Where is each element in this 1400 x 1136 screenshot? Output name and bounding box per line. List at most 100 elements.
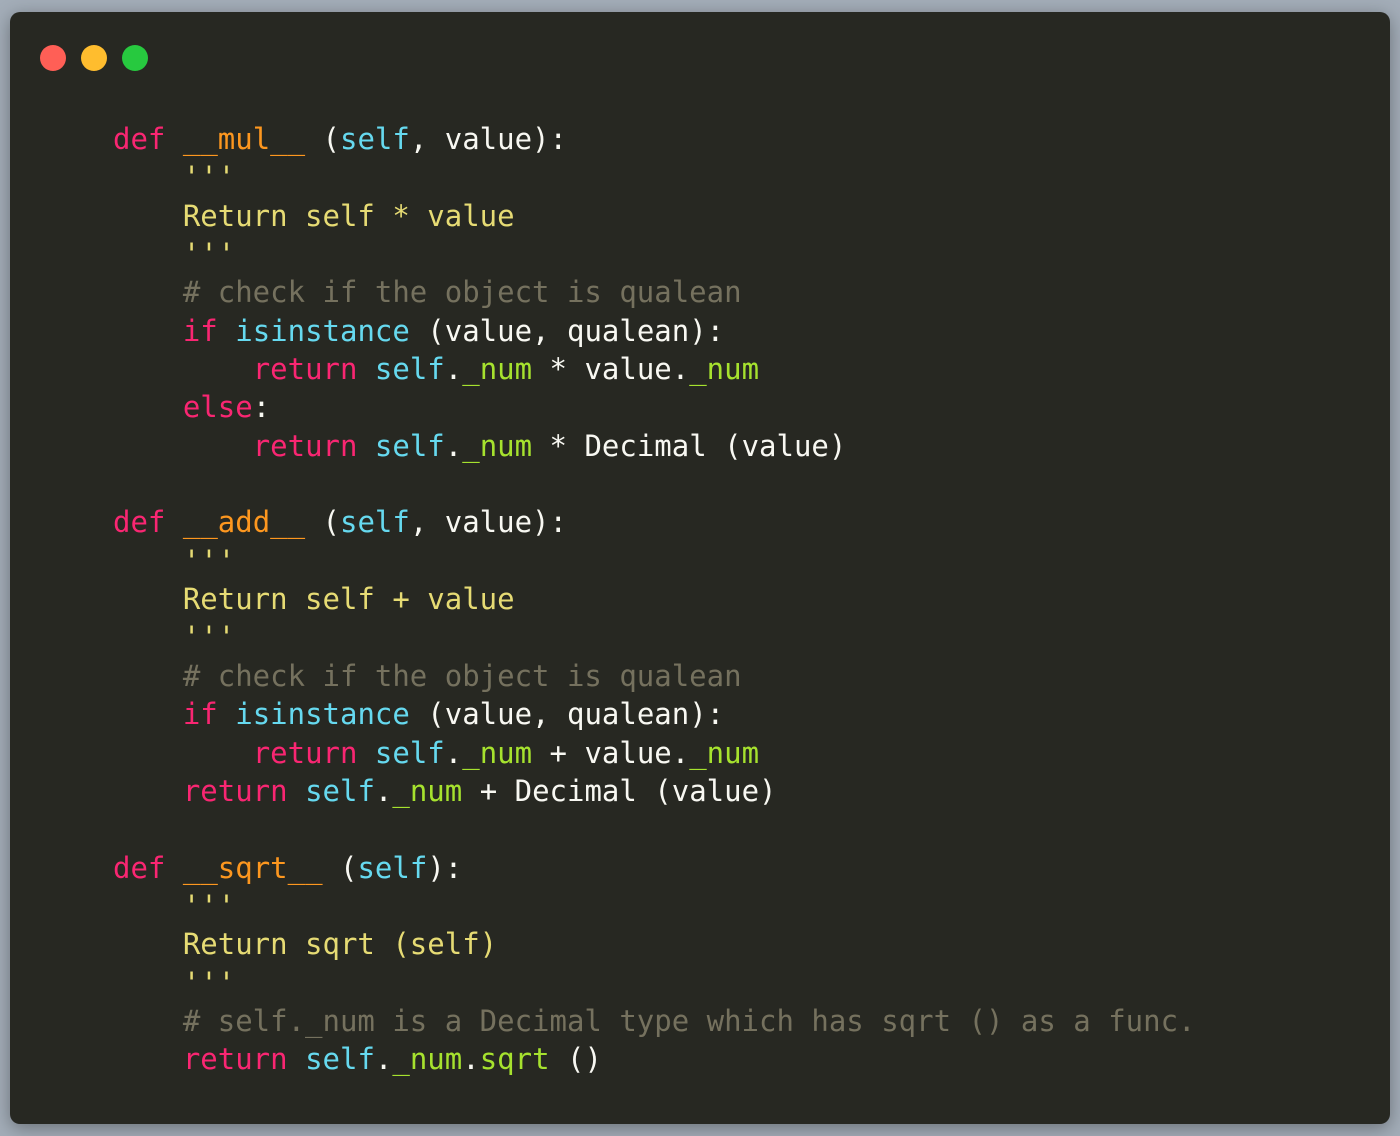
code-line: return self._num.sqrt ()	[113, 1040, 1196, 1078]
code-token-string: '''	[113, 888, 236, 923]
code-block: def __mul__ (self, value): ''' Return se…	[113, 120, 1196, 1079]
code-line: '''	[113, 158, 1196, 196]
code-line: '''	[113, 542, 1196, 580]
code-token-builtin: self	[374, 428, 445, 463]
code-token-attribute: _num	[392, 1042, 463, 1077]
code-token-plain: .	[444, 428, 463, 463]
code-token-builtin: self	[374, 735, 445, 770]
code-token-plain: .	[444, 735, 463, 770]
code-token-keyword: def	[113, 850, 166, 885]
code-token-string: '''	[113, 965, 236, 1000]
code-token-attribute: sqrt	[479, 1042, 550, 1077]
code-token-keyword: else	[182, 390, 253, 425]
code-token-function-name: __add__	[182, 505, 306, 540]
code-token-plain: (	[305, 505, 340, 540]
code-line: def __mul__ (self, value):	[113, 120, 1196, 158]
code-token-keyword: return	[182, 773, 288, 808]
code-line: return self._num + Decimal (value)	[113, 772, 1196, 810]
code-line: # check if the object is qualean	[113, 657, 1196, 695]
code-token-plain: .	[374, 1042, 393, 1077]
code-token-string: Return self * value	[113, 198, 515, 233]
code-line: if isinstance (value, qualean):	[113, 312, 1196, 350]
code-token-builtin: isinstance	[235, 313, 410, 348]
code-token-keyword: if	[182, 697, 218, 732]
code-token-attribute: _num	[462, 735, 533, 770]
code-token-plain: + value.	[532, 735, 690, 770]
minimize-button[interactable]	[81, 45, 107, 71]
code-token-builtin: self	[374, 352, 445, 387]
code-token-keyword: return	[252, 428, 358, 463]
code-line: Return sqrt (self)	[113, 925, 1196, 963]
code-token-plain: + Decimal (value)	[462, 773, 777, 808]
code-line: def __add__ (self, value):	[113, 503, 1196, 541]
code-token-plain: ):	[427, 850, 463, 885]
code-token-builtin: self	[340, 505, 410, 540]
code-token-keyword: return	[252, 735, 358, 770]
code-token-builtin: self	[357, 850, 428, 885]
code-line: '''	[113, 235, 1196, 273]
close-button[interactable]	[40, 45, 66, 71]
code-token-builtin: self	[305, 1042, 375, 1077]
code-line: return self._num * value._num	[113, 350, 1196, 388]
code-token-comment: # check if the object is qualean	[113, 275, 742, 310]
code-token-string: '''	[113, 620, 236, 655]
code-token-plain: .	[462, 1042, 480, 1077]
code-token-attribute: _num	[462, 352, 533, 387]
code-token-plain: (value, qualean):	[409, 313, 725, 348]
code-token-plain: (	[305, 122, 340, 156]
code-line: # self._num is a Decimal type which has …	[113, 1002, 1196, 1040]
code-token-plain: ()	[549, 1042, 602, 1077]
zoom-button[interactable]	[122, 45, 148, 71]
code-token-attribute: _num	[462, 428, 533, 463]
code-token-plain: (	[322, 850, 358, 885]
code-token-keyword: return	[182, 1042, 288, 1077]
code-token-string: '''	[113, 543, 236, 578]
code-line: # check if the object is qualean	[113, 273, 1196, 311]
code-token-string: '''	[113, 160, 236, 195]
window-titlebar	[10, 12, 1390, 102]
code-line: else:	[113, 388, 1196, 426]
code-line: '''	[113, 887, 1196, 925]
code-token-plain: .	[374, 773, 393, 808]
code-token-builtin: isinstance	[235, 697, 410, 732]
code-token-plain: * value.	[532, 352, 690, 387]
code-token-plain: , value):	[409, 122, 567, 156]
code-token-builtin: self	[305, 773, 375, 808]
code-line: def __sqrt__ (self):	[113, 849, 1196, 887]
code-token-function-name: __mul__	[182, 122, 306, 156]
code-token-attribute: _num	[392, 773, 463, 808]
code-token-keyword: return	[252, 352, 358, 387]
code-line: Return self + value	[113, 580, 1196, 618]
code-token-plain: * Decimal (value)	[532, 428, 847, 463]
code-line: if isinstance (value, qualean):	[113, 695, 1196, 733]
code-token-plain: :	[252, 390, 271, 425]
code-line: '''	[113, 964, 1196, 1002]
code-token-plain: , value):	[409, 505, 567, 540]
code-window: def __mul__ (self, value): ''' Return se…	[10, 12, 1390, 1124]
code-line: return self._num * Decimal (value)	[113, 427, 1196, 465]
code-token-comment: # self._num is a Decimal type which has …	[113, 1003, 1196, 1038]
code-token-builtin: self	[340, 122, 410, 156]
code-token-plain: .	[444, 352, 463, 387]
code-token-keyword: def	[113, 505, 166, 540]
code-line: Return self * value	[113, 197, 1196, 235]
